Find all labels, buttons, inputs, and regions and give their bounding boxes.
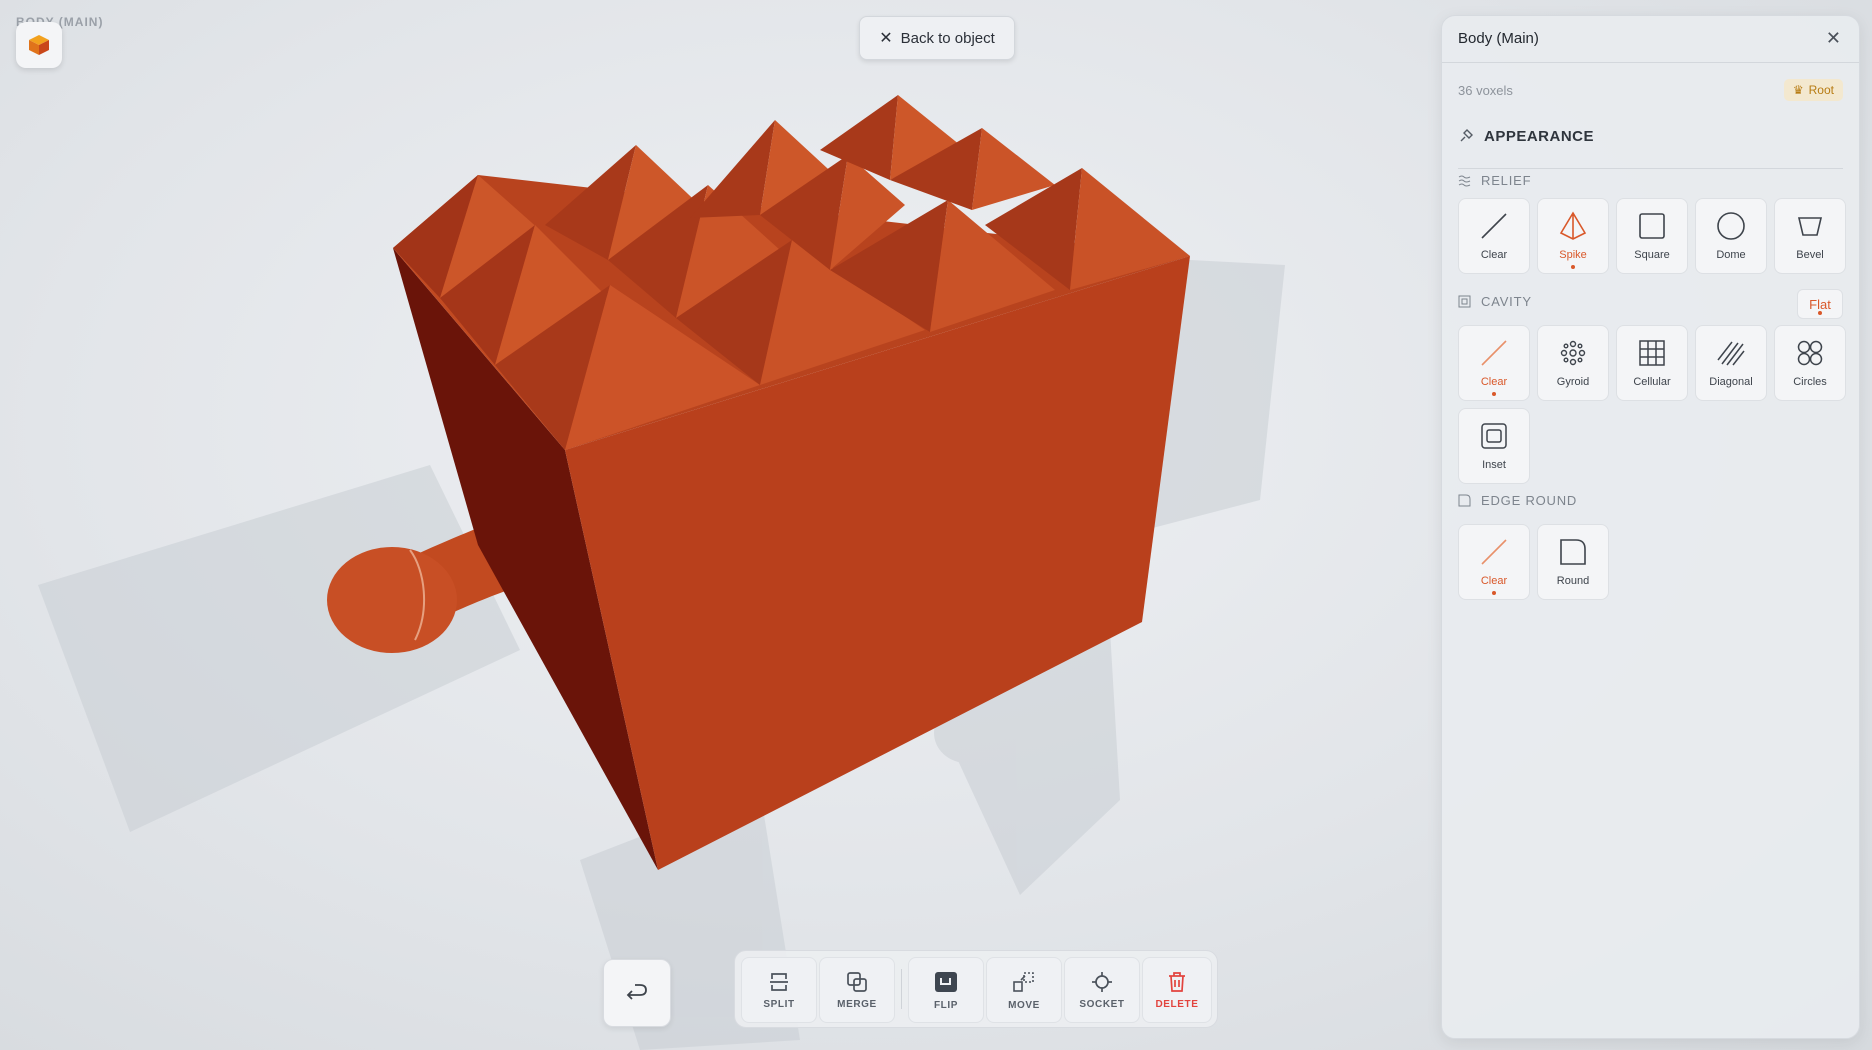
slash-icon: [1481, 340, 1507, 366]
edge-round-header: EDGE ROUND: [1458, 493, 1577, 508]
cavity-option-label: Clear: [1480, 376, 1508, 388]
paint-icon: [1460, 129, 1473, 142]
cavity-option-label: Circles: [1793, 376, 1827, 388]
trash-icon: [1169, 971, 1185, 992]
bottom-toolbar: SPLIT MERGE FLIP MOVE SOCKET DELETE: [734, 950, 1218, 1028]
appearance-section-header: APPEARANCE: [1458, 128, 1843, 169]
crown-icon: ♛: [1792, 83, 1804, 97]
toolbar-divider: [901, 969, 902, 1009]
slash-icon: [1481, 213, 1507, 239]
relief-option-label: Dome: [1716, 249, 1746, 261]
cavity-option-label: Diagonal: [1709, 376, 1753, 388]
edge-round-option-label: Clear: [1480, 575, 1508, 587]
split-icon: [770, 972, 788, 991]
app-logo-button[interactable]: [16, 22, 62, 68]
diagonal-lines-icon: [1717, 341, 1745, 366]
undo-button[interactable]: [603, 959, 671, 1027]
cavity-option-clear[interactable]: Clear: [1458, 325, 1530, 401]
slash-icon: [1481, 539, 1507, 565]
back-to-object-button[interactable]: ✕ Back to object: [859, 16, 1015, 60]
circle-icon: [1717, 212, 1745, 240]
selected-indicator: [1818, 311, 1822, 315]
edge-round-label: EDGE ROUND: [1481, 493, 1578, 508]
edge-round-option-label: Round: [1556, 575, 1590, 587]
edge-round-icon: [1458, 494, 1471, 507]
socket-tool-button[interactable]: SOCKET: [1064, 957, 1140, 1023]
flip-tool-button[interactable]: FLIP: [908, 957, 984, 1023]
selected-indicator: [1571, 265, 1575, 269]
crosshair-icon: [1092, 971, 1112, 992]
gyroid-icon: [1560, 340, 1586, 366]
back-to-object-label: Back to object: [900, 29, 995, 47]
pyramid-icon: [1559, 211, 1587, 240]
cube-icon: [29, 35, 49, 55]
relief-option-label: Spike: [1559, 249, 1587, 261]
edge-round-option-clear[interactable]: Clear: [1458, 524, 1530, 600]
relief-option-clear[interactable]: Clear: [1458, 198, 1530, 274]
merge-tool-button[interactable]: MERGE: [819, 957, 895, 1023]
selected-indicator: [1492, 392, 1496, 396]
grid-icon: [1639, 340, 1665, 366]
undo-icon: [626, 984, 647, 1000]
split-label: SPLIT: [763, 998, 795, 1010]
cavity-option-label: Inset: [1482, 459, 1506, 471]
move-tool-button[interactable]: MOVE: [986, 957, 1062, 1023]
panel-header: Body (Main) ✕: [1442, 16, 1859, 63]
relief-header: RELIEF: [1458, 173, 1531, 188]
voxel-count: 36 voxels: [1458, 83, 1513, 98]
socket-label: SOCKET: [1079, 998, 1125, 1010]
relief-option-bevel[interactable]: Bevel: [1774, 198, 1846, 274]
close-icon: ✕: [879, 30, 893, 47]
root-badge: ♛ Root: [1783, 79, 1843, 101]
square-icon: [1639, 213, 1665, 239]
move-icon: [1013, 971, 1034, 992]
delete-tool-button[interactable]: DELETE: [1142, 957, 1212, 1023]
relief-option-spike[interactable]: Spike: [1537, 198, 1609, 274]
cavity-option-diagonal[interactable]: Diagonal: [1695, 325, 1767, 401]
split-tool-button[interactable]: SPLIT: [741, 957, 817, 1023]
cavity-option-inset[interactable]: Inset: [1458, 408, 1530, 484]
cavity-option-circles[interactable]: Circles: [1774, 325, 1846, 401]
appearance-label: APPEARANCE: [1484, 128, 1595, 145]
relief-option-dome[interactable]: Dome: [1695, 198, 1767, 274]
delete-label: DELETE: [1155, 998, 1199, 1010]
relief-option-label: Clear: [1480, 249, 1508, 261]
edge-round-option-round[interactable]: Round: [1537, 524, 1609, 600]
relief-option-label: Square: [1634, 249, 1670, 261]
move-label: MOVE: [1008, 999, 1040, 1011]
flip-icon: [935, 971, 957, 992]
cavity-header: CAVITY: [1458, 294, 1532, 309]
flat-label: Flat: [1809, 296, 1831, 312]
cavity-icon: [1458, 295, 1471, 308]
cavity-option-cellular[interactable]: Cellular: [1616, 325, 1688, 401]
cavity-label: CAVITY: [1481, 294, 1532, 309]
selected-indicator: [1492, 591, 1496, 595]
cavity-option-gyroid[interactable]: Gyroid: [1537, 325, 1609, 401]
panel-close-button[interactable]: ✕: [1826, 28, 1841, 49]
merge-icon: [847, 971, 867, 992]
panel-title: Body (Main): [1458, 30, 1539, 47]
root-badge-label: Root: [1808, 83, 1834, 97]
inset-icon: [1481, 423, 1507, 449]
rounded-corner-icon: [1560, 539, 1586, 565]
properties-panel: Body (Main) ✕ 36 voxels ♛ Root APPEARANC…: [1441, 15, 1860, 1039]
relief-icon: [1458, 175, 1471, 187]
circles-icon: [1797, 340, 1823, 366]
cavity-option-label: Cellular: [1633, 376, 1671, 388]
relief-label: RELIEF: [1481, 173, 1532, 188]
cavity-flat-toggle[interactable]: Flat: [1797, 289, 1843, 319]
relief-option-square[interactable]: Square: [1616, 198, 1688, 274]
relief-option-label: Bevel: [1796, 249, 1824, 261]
flip-label: FLIP: [933, 999, 959, 1011]
trapezoid-icon: [1797, 217, 1823, 236]
cavity-option-label: Gyroid: [1556, 376, 1590, 388]
merge-label: MERGE: [837, 998, 877, 1010]
